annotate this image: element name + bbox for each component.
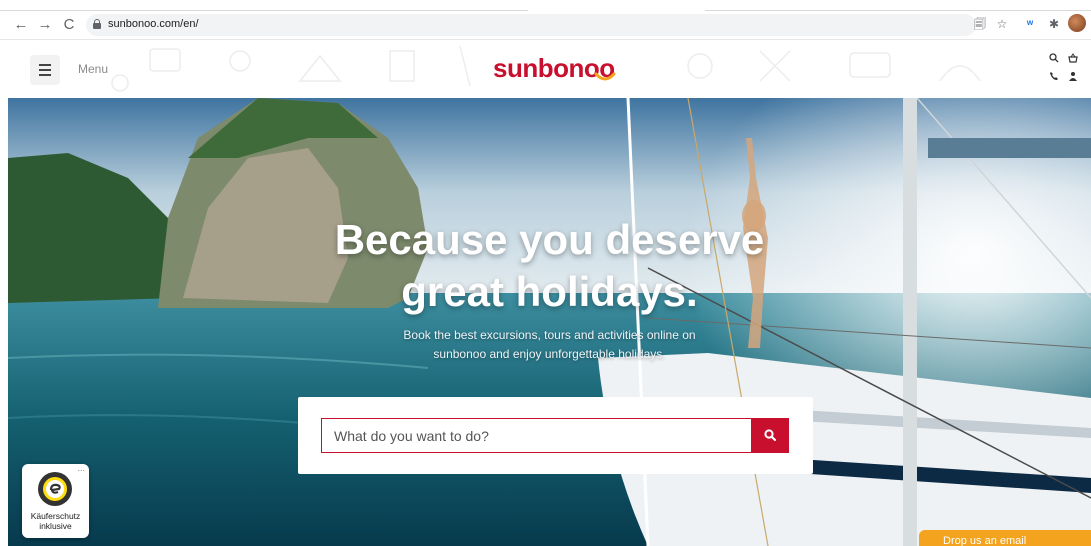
tab-strip <box>0 0 1091 12</box>
search-icon[interactable] <box>1047 53 1061 65</box>
logo-smile <box>594 72 616 81</box>
basket-icon[interactable] <box>1066 53 1080 65</box>
trust-badge-line: Käuferschutz <box>30 511 81 521</box>
trusted-shops-badge[interactable]: ... Käuferschutz inklusive <box>22 463 89 538</box>
lock-icon <box>93 19 101 29</box>
hero-subtitle-line: sunbonoo and enjoy unforgettable holiday… <box>433 347 666 361</box>
drop-email-button[interactable]: Drop us an email <box>919 530 1091 546</box>
search-button[interactable] <box>751 418 789 453</box>
phone-icon[interactable] <box>1047 71 1061 83</box>
trust-badge-line: inklusive <box>39 521 72 531</box>
menu-label[interactable]: Menu <box>78 62 108 76</box>
url-text[interactable]: sunbonoo.com/en/ <box>108 18 199 30</box>
puzzle-icon[interactable]: ✱ <box>1046 17 1062 31</box>
hero-title: Because you deserve great holidays. <box>8 214 1091 318</box>
profile-avatar[interactable] <box>1068 14 1086 32</box>
site-header: Menu sunbonoo <box>0 41 1091 98</box>
hero-subtitle: Book the best excursions, tours and acti… <box>8 326 1091 364</box>
more-options-icon[interactable]: ... <box>77 463 85 473</box>
hero-subtitle-line: Book the best excursions, tours and acti… <box>403 328 696 342</box>
star-icon[interactable]: ☆ <box>994 17 1010 31</box>
back-icon[interactable]: ← <box>12 16 30 34</box>
trusted-shops-seal-icon <box>38 472 72 506</box>
menu-button[interactable] <box>30 55 60 85</box>
hero-title-line: great holidays. <box>401 268 698 315</box>
hero-title-line: Because you deserve <box>334 216 765 263</box>
trust-badge-text: Käuferschutz inklusive <box>22 511 89 531</box>
forward-icon[interactable]: → <box>36 16 54 34</box>
user-icon[interactable] <box>1066 71 1080 83</box>
translate-icon[interactable]: 🗐 <box>972 17 988 31</box>
reload-icon[interactable]: C <box>60 16 78 34</box>
hero-background-image <box>8 98 1091 546</box>
browser-toolbar: ← → C sunbonoo.com/en/ 🗐 ☆ ʷ ✱ <box>0 0 1091 40</box>
search-icon <box>764 429 776 441</box>
search-input[interactable] <box>321 418 753 453</box>
extension-icon[interactable]: ʷ <box>1022 17 1038 31</box>
hero-banner: Because you deserve great holidays. Book… <box>8 98 1091 546</box>
address-bar[interactable]: sunbonoo.com/en/ <box>86 14 976 36</box>
